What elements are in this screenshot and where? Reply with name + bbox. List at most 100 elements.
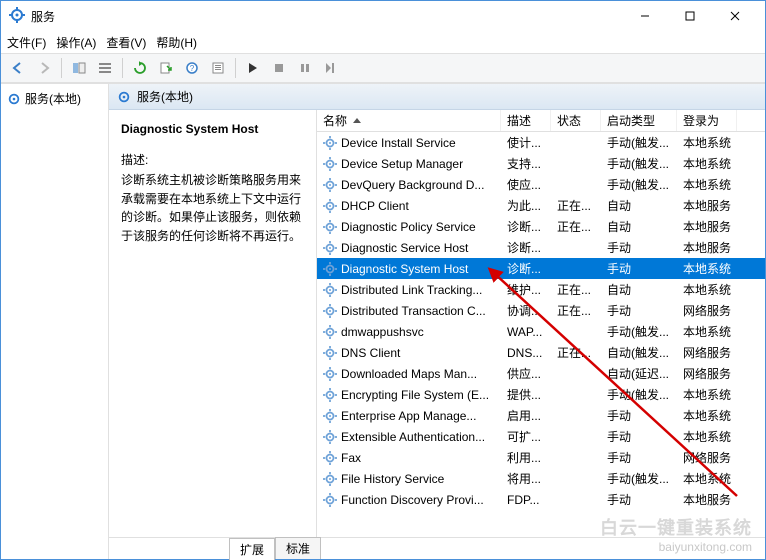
service-row[interactable]: DNS ClientDNS...正在...自动(触发...网络服务 xyxy=(317,342,765,363)
services-icon xyxy=(7,92,21,106)
service-name-cell: DHCP Client xyxy=(317,199,501,213)
service-status: 正在... xyxy=(551,344,601,361)
service-logon: 本地系统 xyxy=(677,470,737,487)
service-name: Function Discovery Provi... xyxy=(341,493,484,507)
service-logon: 本地服务 xyxy=(677,491,737,508)
service-name-cell: Diagnostic Service Host xyxy=(317,241,501,255)
gear-icon xyxy=(323,451,337,465)
service-startup: 手动 xyxy=(601,302,677,319)
toolbar-pause[interactable] xyxy=(294,57,316,79)
service-row[interactable]: Diagnostic Service Host诊断...手动本地服务 xyxy=(317,237,765,258)
service-row[interactable]: Function Discovery Provi...FDP...手动本地服务 xyxy=(317,489,765,510)
service-row[interactable]: DevQuery Background D...使应...手动(触发...本地系… xyxy=(317,174,765,195)
service-row[interactable]: Distributed Link Tracking...维护...正在...自动… xyxy=(317,279,765,300)
service-row[interactable]: Diagnostic System Host诊断...手动本地系统 xyxy=(317,258,765,279)
service-row[interactable]: Extensible Authentication...可扩...手动本地系统 xyxy=(317,426,765,447)
service-row[interactable]: Distributed Transaction C...协调...正在...手动… xyxy=(317,300,765,321)
service-row[interactable]: Encrypting File System (E...提供...手动(触发..… xyxy=(317,384,765,405)
close-button[interactable] xyxy=(712,1,757,31)
service-row[interactable]: Enterprise App Manage...启用...手动本地系统 xyxy=(317,405,765,426)
gear-icon xyxy=(323,262,337,276)
toolbar-restart[interactable] xyxy=(320,57,342,79)
service-name: Extensible Authentication... xyxy=(341,430,485,444)
gear-icon xyxy=(323,367,337,381)
menu-help[interactable]: 帮助(H) xyxy=(156,34,197,51)
service-logon: 本地系统 xyxy=(677,407,737,424)
menu-view[interactable]: 查看(V) xyxy=(106,34,146,51)
column-header-status[interactable]: 状态 xyxy=(551,110,601,131)
gear-icon xyxy=(323,388,337,402)
service-logon: 本地系统 xyxy=(677,134,737,151)
service-row[interactable]: Downloaded Maps Man...供应...自动(延迟...网络服务 xyxy=(317,363,765,384)
service-desc: 诊断... xyxy=(501,239,551,256)
service-desc: 为此... xyxy=(501,197,551,214)
service-logon: 本地系统 xyxy=(677,281,737,298)
toolbar-properties[interactable] xyxy=(207,57,229,79)
column-headers: 名称 描述 状态 启动类型 登录为 xyxy=(317,110,765,132)
toolbar-details[interactable] xyxy=(68,57,90,79)
service-name: File History Service xyxy=(341,472,444,486)
toolbar-separator xyxy=(235,58,236,78)
service-logon: 本地系统 xyxy=(677,155,737,172)
toolbar-help[interactable]: ? xyxy=(181,57,203,79)
pane-title: 服务(本地) xyxy=(137,88,193,105)
service-row[interactable]: Fax利用...手动网络服务 xyxy=(317,447,765,468)
service-name: Diagnostic Policy Service xyxy=(341,220,476,234)
service-desc: 使计... xyxy=(501,134,551,151)
menu-action[interactable]: 操作(A) xyxy=(56,34,96,51)
toolbar-start[interactable] xyxy=(242,57,264,79)
toolbar-refresh[interactable] xyxy=(129,57,151,79)
menubar: 文件(F) 操作(A) 查看(V) 帮助(H) xyxy=(1,31,765,53)
service-name-cell: DNS Client xyxy=(317,346,501,360)
maximize-button[interactable] xyxy=(667,1,712,31)
service-desc: 提供... xyxy=(501,386,551,403)
menu-file[interactable]: 文件(F) xyxy=(7,34,46,51)
toolbar-forward[interactable] xyxy=(33,57,55,79)
gear-icon xyxy=(323,199,337,213)
detail-panel: Diagnostic System Host 描述: 诊断系统主机被诊断策略服务… xyxy=(109,110,317,537)
service-status: 正在... xyxy=(551,302,601,319)
tab-extended[interactable]: 扩展 xyxy=(229,538,275,560)
tree-pane: 服务(本地) xyxy=(1,84,109,559)
minimize-button[interactable] xyxy=(622,1,667,31)
tab-standard[interactable]: 标准 xyxy=(275,537,321,559)
app-icon xyxy=(9,7,25,26)
service-logon: 本地系统 xyxy=(677,428,737,445)
service-startup: 自动 xyxy=(601,218,677,235)
service-name-cell: Device Install Service xyxy=(317,136,501,150)
tree-root[interactable]: 服务(本地) xyxy=(3,88,106,109)
service-logon: 网络服务 xyxy=(677,449,737,466)
service-startup: 手动 xyxy=(601,491,677,508)
service-startup: 手动(触发... xyxy=(601,176,677,193)
description-text: 诊断系统主机被诊断策略服务用来承载需要在本地系统上下文中运行的诊断。如果停止该服… xyxy=(121,171,304,245)
service-list[interactable]: Device Install Service使计...手动(触发...本地系统D… xyxy=(317,132,765,537)
toolbar-stop[interactable] xyxy=(268,57,290,79)
toolbar-list[interactable] xyxy=(94,57,116,79)
column-header-logon[interactable]: 登录为 xyxy=(677,110,737,131)
service-name-cell: Fax xyxy=(317,451,501,465)
service-row[interactable]: Diagnostic Policy Service诊断...正在...自动本地服… xyxy=(317,216,765,237)
service-row[interactable]: Device Install Service使计...手动(触发...本地系统 xyxy=(317,132,765,153)
service-status: 正在... xyxy=(551,197,601,214)
toolbar-export[interactable] xyxy=(155,57,177,79)
gear-icon xyxy=(323,157,337,171)
service-name: DNS Client xyxy=(341,346,400,360)
gear-icon xyxy=(323,178,337,192)
service-startup: 自动 xyxy=(601,197,677,214)
gear-icon xyxy=(323,472,337,486)
toolbar-separator xyxy=(122,58,123,78)
toolbar-back[interactable] xyxy=(7,57,29,79)
service-name: Device Setup Manager xyxy=(341,157,463,171)
column-header-name[interactable]: 名称 xyxy=(317,110,501,131)
titlebar: 服务 xyxy=(1,1,765,31)
service-row[interactable]: dmwappushsvcWAP...手动(触发...本地系统 xyxy=(317,321,765,342)
service-row[interactable]: File History Service将用...手动(触发...本地系统 xyxy=(317,468,765,489)
column-header-desc[interactable]: 描述 xyxy=(501,110,551,131)
gear-icon xyxy=(323,136,337,150)
service-row[interactable]: DHCP Client为此...正在...自动本地服务 xyxy=(317,195,765,216)
column-header-startup[interactable]: 启动类型 xyxy=(601,110,677,131)
service-name-cell: Device Setup Manager xyxy=(317,157,501,171)
gear-icon xyxy=(323,283,337,297)
service-desc: 诊断... xyxy=(501,218,551,235)
service-row[interactable]: Device Setup Manager支持...手动(触发...本地系统 xyxy=(317,153,765,174)
